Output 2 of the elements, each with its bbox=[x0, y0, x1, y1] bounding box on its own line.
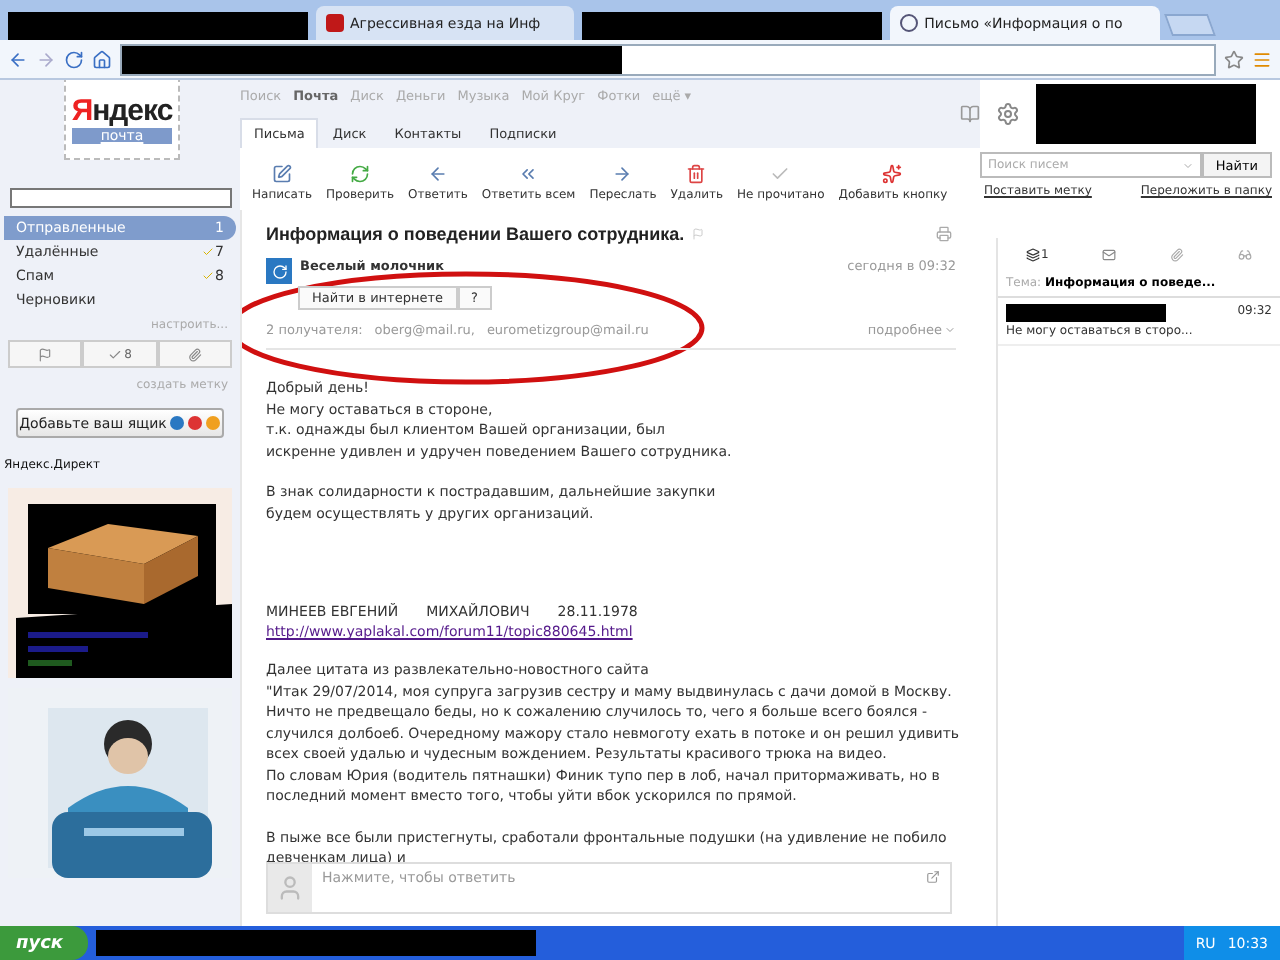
start-button[interactable]: пуск bbox=[0, 926, 88, 960]
message-subject: Информация о поведении Вашего сотрудника. bbox=[266, 224, 685, 244]
